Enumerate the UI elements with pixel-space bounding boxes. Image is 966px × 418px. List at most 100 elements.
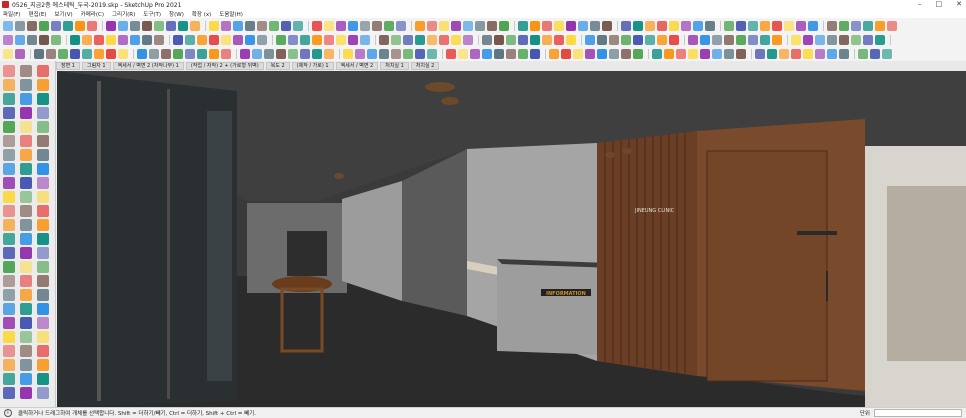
toolbar-tool-icon[interactable] xyxy=(427,48,437,59)
toolbar-tool-icon[interactable] xyxy=(451,20,461,31)
toolbar-tool-icon[interactable] xyxy=(142,20,152,31)
minimize-button[interactable]: – xyxy=(918,0,922,8)
toolbar-tool-icon[interactable] xyxy=(312,34,322,45)
palette-tool-icon[interactable] xyxy=(37,261,49,273)
palette-tool-icon[interactable] xyxy=(20,275,32,287)
palette-tool-icon[interactable] xyxy=(37,219,49,231)
toolbar-tool-icon[interactable] xyxy=(772,20,782,31)
toolbar-tool-icon[interactable] xyxy=(51,34,61,45)
palette-tool-icon[interactable] xyxy=(37,387,49,399)
palette-tool-icon[interactable] xyxy=(20,205,32,217)
toolbar-tool-icon[interactable] xyxy=(46,48,56,59)
toolbar-tool-icon[interactable] xyxy=(94,48,104,59)
toolbar-tool-icon[interactable] xyxy=(791,48,801,59)
palette-tool-icon[interactable] xyxy=(20,135,32,147)
toolbar-tool-icon[interactable] xyxy=(324,48,334,59)
toolbar-tool-icon[interactable] xyxy=(403,48,413,59)
toolbar-tool-icon[interactable] xyxy=(887,20,897,31)
toolbar-tool-icon[interactable] xyxy=(384,20,394,31)
toolbar-tool-icon[interactable] xyxy=(240,48,250,59)
toolbar-tool-icon[interactable] xyxy=(185,34,195,45)
scene-tab[interactable]: (제작 / 가로) 1 xyxy=(291,62,334,70)
toolbar-tool-icon[interactable] xyxy=(63,20,73,31)
palette-tool-icon[interactable] xyxy=(20,65,32,77)
toolbar-tool-icon[interactable] xyxy=(506,48,516,59)
palette-tool-icon[interactable] xyxy=(3,135,15,147)
toolbar-tool-icon[interactable] xyxy=(827,48,837,59)
toolbar-tool-icon[interactable] xyxy=(300,48,310,59)
toolbar-tool-icon[interactable] xyxy=(118,20,128,31)
toolbar-tool-icon[interactable] xyxy=(312,48,322,59)
palette-tool-icon[interactable] xyxy=(37,359,49,371)
toolbar-tool-icon[interactable] xyxy=(494,48,504,59)
palette-tool-icon[interactable] xyxy=(20,303,32,315)
menu-camera[interactable]: 카메라(C) xyxy=(81,10,104,18)
toolbar-tool-icon[interactable] xyxy=(166,20,176,31)
toolbar-tool-icon[interactable] xyxy=(657,20,667,31)
scene-tab[interactable]: 엑세서 / 벽면 2 xyxy=(335,62,379,70)
toolbar-tool-icon[interactable] xyxy=(705,20,715,31)
palette-tool-icon[interactable] xyxy=(3,219,15,231)
toolbar-tool-icon[interactable] xyxy=(221,20,231,31)
scene-tab[interactable]: (작업 / 자작) 2 + (가로형 뒤벽) xyxy=(185,62,264,70)
measurements-input[interactable] xyxy=(874,409,962,417)
palette-tool-icon[interactable] xyxy=(37,233,49,245)
palette-tool-icon[interactable] xyxy=(3,121,15,133)
toolbar-tool-icon[interactable] xyxy=(34,48,44,59)
toolbar-tool-icon[interactable] xyxy=(724,20,734,31)
toolbar-tool-icon[interactable] xyxy=(482,48,492,59)
toolbar-tool-icon[interactable] xyxy=(300,34,310,45)
toolbar-tool-icon[interactable] xyxy=(343,48,353,59)
toolbar-tool-icon[interactable] xyxy=(233,34,243,45)
toolbar-tool-icon[interactable] xyxy=(209,48,219,59)
palette-tool-icon[interactable] xyxy=(3,261,15,273)
toolbar-tool-icon[interactable] xyxy=(712,34,722,45)
scene-tab[interactable]: 처치실 1 xyxy=(380,62,409,70)
toolbar-tool-icon[interactable] xyxy=(700,48,710,59)
toolbar-tool-icon[interactable] xyxy=(221,48,231,59)
palette-tool-icon[interactable] xyxy=(20,387,32,399)
toolbar-tool-icon[interactable] xyxy=(549,48,559,59)
palette-tool-icon[interactable] xyxy=(3,233,15,245)
toolbar-tool-icon[interactable] xyxy=(106,20,116,31)
toolbar-tool-icon[interactable] xyxy=(161,48,171,59)
toolbar-tool-icon[interactable] xyxy=(573,48,583,59)
toolbar-tool-icon[interactable] xyxy=(693,20,703,31)
palette-tool-icon[interactable] xyxy=(3,205,15,217)
palette-tool-icon[interactable] xyxy=(37,65,49,77)
toolbar-tool-icon[interactable] xyxy=(154,34,164,45)
toolbar-tool-icon[interactable] xyxy=(482,34,492,45)
toolbar-tool-icon[interactable] xyxy=(882,48,892,59)
scene-tab[interactable]: 복도 2 xyxy=(265,62,290,70)
toolbar-tool-icon[interactable] xyxy=(446,48,456,59)
toolbar-tool-icon[interactable] xyxy=(348,34,358,45)
toolbar-tool-icon[interactable] xyxy=(676,48,686,59)
toolbar-tool-icon[interactable] xyxy=(578,20,588,31)
toolbar-tool-icon[interactable] xyxy=(197,48,207,59)
toolbar-tool-icon[interactable] xyxy=(439,34,449,45)
palette-tool-icon[interactable] xyxy=(3,359,15,371)
toolbar-tool-icon[interactable] xyxy=(415,20,425,31)
toolbar-tool-icon[interactable] xyxy=(257,34,267,45)
toolbar-tool-icon[interactable] xyxy=(554,34,564,45)
palette-tool-icon[interactable] xyxy=(3,177,15,189)
palette-tool-icon[interactable] xyxy=(3,149,15,161)
toolbar-tool-icon[interactable] xyxy=(875,20,885,31)
toolbar-tool-icon[interactable] xyxy=(15,34,25,45)
toolbar-tool-icon[interactable] xyxy=(506,34,516,45)
palette-tool-icon[interactable] xyxy=(3,331,15,343)
toolbar-tool-icon[interactable] xyxy=(118,48,128,59)
toolbar-tool-icon[interactable] xyxy=(245,34,255,45)
toolbar-tool-icon[interactable] xyxy=(391,34,401,45)
toolbar-tool-icon[interactable] xyxy=(736,48,746,59)
model-viewport[interactable]: INFORMATION JINEUNG CLINIC xyxy=(57,71,966,407)
toolbar-tool-icon[interactable] xyxy=(621,34,631,45)
toolbar-tool-icon[interactable] xyxy=(82,48,92,59)
palette-tool-icon[interactable] xyxy=(37,289,49,301)
toolbar-tool-icon[interactable] xyxy=(863,20,873,31)
toolbar-tool-icon[interactable] xyxy=(590,20,600,31)
toolbar-tool-icon[interactable] xyxy=(542,34,552,45)
toolbar-tool-icon[interactable] xyxy=(252,48,262,59)
toolbar-tool-icon[interactable] xyxy=(755,48,765,59)
toolbar-tool-icon[interactable] xyxy=(863,34,873,45)
